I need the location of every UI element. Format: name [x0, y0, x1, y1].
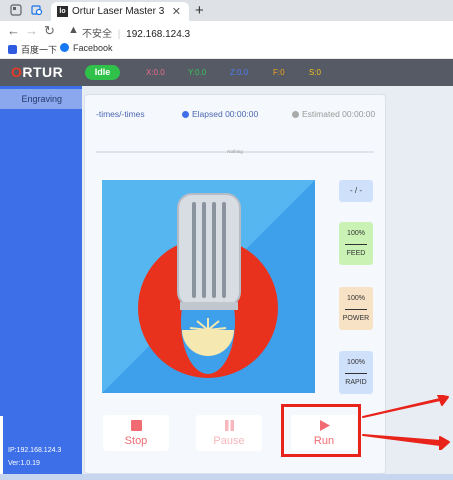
spindle-coordinate: S:0	[309, 68, 322, 77]
annotation-arrows	[362, 395, 450, 450]
rapid-percent: 100%	[347, 359, 365, 366]
reload-icon[interactable]: ↻	[44, 23, 55, 39]
times-counter: -times/-times	[96, 109, 145, 119]
feed-percent: 100%	[347, 230, 365, 237]
feed-gauge[interactable]: 100% FEED	[339, 222, 373, 265]
feed-label: FEED	[346, 250, 366, 257]
pass-counter: - / -	[339, 180, 373, 202]
tab-title: Ortur Laser Master 3	[72, 6, 165, 17]
tab-grid-icon[interactable]	[10, 4, 22, 16]
pause-button[interactable]: Pause	[196, 415, 262, 451]
browser-tab-strip: lo Ortur Laser Master 3 ✕ +	[0, 0, 453, 21]
power-percent: 100%	[347, 295, 365, 302]
stop-icon	[131, 420, 142, 431]
y-coordinate: Y:0.0	[188, 68, 207, 77]
url-separator: |	[117, 29, 121, 40]
bookmarks-bar: 百度一下 Facebook	[0, 42, 453, 59]
bookmark-label: 百度一下	[21, 45, 58, 55]
progress-label: Nothing	[227, 149, 243, 154]
sidebar-item-engraving[interactable]: Engraving	[0, 89, 82, 109]
browser-toolbar: ← → ↻ ▲ 不安全 | 192.168.124.3	[0, 21, 453, 42]
tab-favicon: lo	[57, 6, 68, 17]
pause-label: Pause	[213, 435, 245, 447]
back-arrow-icon[interactable]: ←	[7, 23, 20, 38]
stop-button[interactable]: Stop	[103, 415, 169, 451]
estimated-time: Estimated 00:00:00	[292, 109, 375, 119]
pause-icon	[225, 420, 234, 431]
forward-arrow-icon[interactable]: →	[25, 23, 38, 38]
z-coordinate: Z:0.0	[230, 68, 249, 77]
warning-icon[interactable]: ▲	[68, 24, 79, 36]
facebook-icon	[60, 43, 69, 52]
feed-coordinate: F:0	[273, 68, 285, 77]
security-label: 不安全	[82, 29, 112, 40]
arrow-lower	[362, 434, 450, 450]
bookmark-baidu[interactable]: 百度一下	[8, 43, 57, 56]
run-highlight-box	[281, 404, 361, 457]
active-browser-tab[interactable]: lo Ortur Laser Master 3 ✕	[51, 2, 189, 21]
bookmark-label: Facebook	[73, 43, 113, 53]
rapid-label: RAPID	[345, 379, 367, 386]
address-bar[interactable]: ▲ 不安全 | 192.168.124.3	[64, 23, 453, 40]
sidebar-divider	[0, 416, 3, 474]
clock-icon	[182, 111, 189, 118]
app-header: ORTUR Idle X:0.0 Y:0.0 Z:0.0 F:0 S:0	[0, 59, 453, 86]
status-badge: Idle	[85, 65, 120, 80]
baidu-icon	[8, 45, 17, 54]
engraving-preview-image	[102, 180, 315, 393]
ip-address: IP:192.168.124.3	[8, 447, 62, 454]
ortur-logo: ORTUR	[11, 64, 64, 80]
tab-search-icon[interactable]	[31, 4, 43, 16]
taskbar-strip	[0, 474, 453, 480]
version: Ver:1.0.19	[8, 460, 40, 467]
url-text: 192.168.124.3	[126, 29, 191, 40]
clock-icon	[292, 111, 299, 118]
plus-icon[interactable]: +	[195, 2, 204, 19]
bookmark-facebook[interactable]: Facebook	[60, 43, 113, 53]
elapsed-time: Elapsed 00:00:00	[182, 109, 258, 119]
power-label: POWER	[342, 315, 370, 322]
sidebar: Engraving IP:192.168.124.3 Ver:1.0.19	[0, 86, 82, 474]
rapid-gauge[interactable]: 100% RAPID	[339, 351, 373, 394]
arrow-upper	[362, 395, 449, 418]
power-gauge[interactable]: 100% POWER	[339, 287, 373, 330]
close-tab-icon[interactable]: ✕	[172, 5, 181, 18]
stop-label: Stop	[124, 435, 148, 447]
x-coordinate: X:0.0	[146, 68, 165, 77]
